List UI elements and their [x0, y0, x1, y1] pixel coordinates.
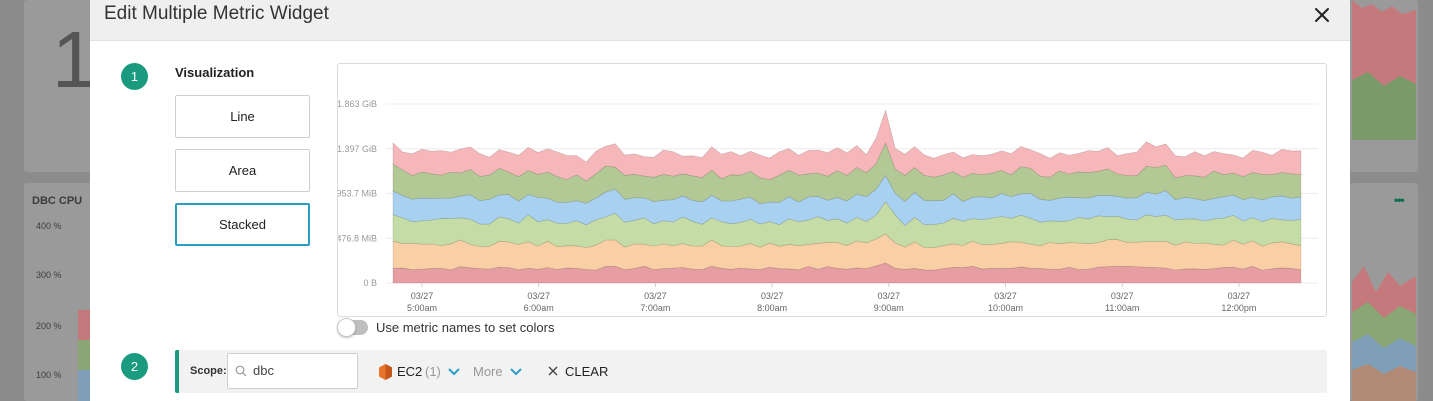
modal-header: Edit Multiple Metric Widget: [90, 0, 1350, 41]
line-option-button[interactable]: Line: [175, 95, 310, 138]
y-tick-label: 953.7 MiB: [338, 189, 377, 199]
ec2-service-count: (1): [425, 364, 441, 379]
y-tick-label: 1.397 GiB: [338, 144, 377, 154]
x-tick-time: 7:00am: [640, 303, 670, 313]
step-2-badge: 2: [121, 353, 148, 380]
clear-button[interactable]: CLEAR: [565, 364, 608, 379]
area-option-button[interactable]: Area: [175, 149, 310, 192]
y-tick-label: 476.8 MiB: [338, 233, 377, 243]
clear-icon[interactable]: [548, 366, 558, 376]
background-y-tick: 100 %: [36, 370, 62, 380]
x-tick-time: 6:00am: [524, 303, 554, 313]
scope-bar: Scope: dbc EC2 (1) More CLEAR: [175, 350, 1327, 393]
ec2-service-label[interactable]: EC2: [397, 364, 422, 379]
x-tick-time: 10:00am: [988, 303, 1023, 313]
more-filter-button[interactable]: More: [473, 364, 503, 379]
x-tick-time: 9:00am: [874, 303, 904, 313]
x-tick-time: 11:00am: [1105, 303, 1139, 313]
chevron-down-icon[interactable]: [448, 368, 460, 376]
toggle-label: Use metric names to set colors: [376, 320, 555, 335]
visualization-label: Visualization: [175, 65, 255, 80]
x-tick-time: 8:00am: [757, 303, 787, 313]
x-tick-date: 03/27: [644, 291, 667, 301]
step-1-badge: 1: [121, 63, 148, 90]
ellipsis-icon: •••: [1394, 193, 1405, 207]
stacked-option-button[interactable]: Stacked: [175, 203, 310, 246]
background-chart-top: [1352, 0, 1416, 140]
x-tick-date: 03/27: [411, 291, 434, 301]
y-tick-label: 1.863 GiB: [338, 99, 377, 109]
edit-widget-modal: Edit Multiple Metric Widget 1 Visualizat…: [90, 0, 1350, 401]
x-tick-time: 5:00am: [407, 303, 437, 313]
color-by-metric-toggle[interactable]: [337, 318, 368, 337]
x-tick-date: 03/27: [878, 291, 901, 301]
chevron-down-icon[interactable]: [510, 368, 522, 376]
search-icon: [235, 365, 247, 377]
background-y-tick: 300 %: [36, 270, 62, 280]
x-tick-date: 03/27: [1111, 291, 1134, 301]
background-chart-bottom: [1352, 266, 1416, 401]
metric-chart: 0 B 476.8 MiB 953.7 MiB 1.397 GiB 1.863 GiB 0…: [337, 63, 1327, 317]
x-tick-date: 03/27: [761, 291, 784, 301]
background-y-tick: 400 %: [36, 221, 62, 231]
x-tick-time: 12:00pm: [1221, 303, 1256, 313]
x-tick-date: 03/27: [527, 291, 550, 301]
close-icon[interactable]: [1310, 3, 1334, 27]
background-widget-title: DBC CPU: [32, 195, 83, 207]
stacked-area-chart: 0 B 476.8 MiB 953.7 MiB 1.397 GiB 1.863 GiB 0…: [338, 99, 1318, 313]
y-tick-label: 0 B: [363, 278, 377, 288]
x-tick-date: 03/27: [1228, 291, 1251, 301]
x-tick-date: 03/27: [994, 291, 1017, 301]
toggle-knob: [337, 318, 356, 337]
scope-label: Scope:: [190, 365, 227, 377]
ec2-icon: [379, 364, 392, 380]
background-y-tick: 200 %: [36, 321, 62, 331]
modal-title: Edit Multiple Metric Widget: [104, 3, 329, 24]
